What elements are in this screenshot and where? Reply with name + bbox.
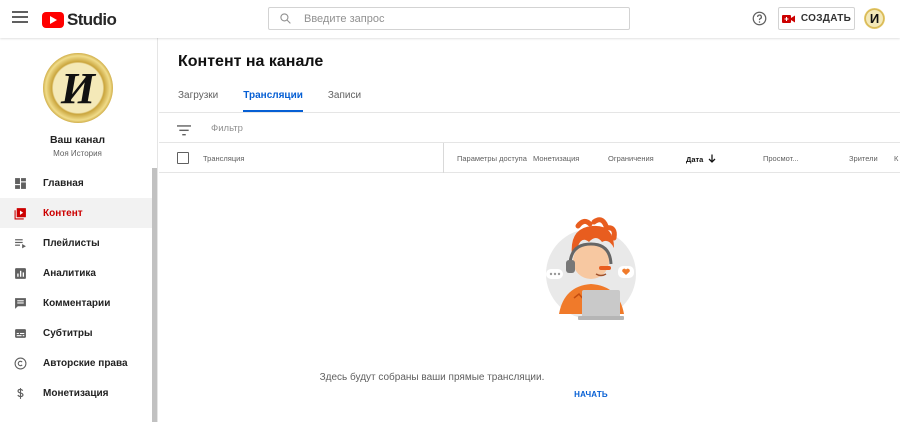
- sidebar: И Ваш канал Моя История Главная Контент …: [0, 38, 158, 422]
- start-button[interactable]: НАЧАТЬ: [0, 390, 900, 399]
- sidebar-item-label: Контент: [43, 207, 83, 219]
- sidebar-item-dashboard[interactable]: Главная: [0, 168, 152, 198]
- sidebar-item-label: Плейлисты: [43, 237, 100, 249]
- column-header-views[interactable]: Просмот...: [763, 154, 799, 163]
- comments-icon: [13, 296, 27, 310]
- sidebar-item-playlists[interactable]: Плейлисты: [0, 228, 152, 258]
- help-icon[interactable]: [752, 11, 767, 31]
- select-all-checkbox[interactable]: [177, 152, 189, 164]
- playlist-icon: [13, 236, 27, 250]
- create-button[interactable]: СОЗДАТЬ: [778, 7, 855, 30]
- sidebar-item-subtitles[interactable]: Субтитры: [0, 318, 152, 348]
- dashboard-icon: [13, 176, 27, 190]
- main-content: Контент на канале Загрузки Трансляции За…: [159, 38, 900, 422]
- filter-input[interactable]: Фильтр: [211, 123, 243, 134]
- subtitles-icon: [13, 326, 27, 340]
- channel-avatar[interactable]: И: [43, 53, 113, 123]
- account-avatar[interactable]: И: [864, 8, 885, 29]
- column-header-viewers[interactable]: Зрители: [849, 154, 878, 163]
- search-icon: [280, 13, 291, 24]
- filter-bar[interactable]: Фильтр: [159, 113, 900, 143]
- column-header-restrictions[interactable]: Ограничения: [608, 154, 654, 163]
- channel-subtitle: Моя История: [53, 149, 102, 158]
- copyright-icon: [13, 356, 27, 370]
- sidebar-item-label: Аналитика: [43, 267, 96, 279]
- sidebar-item-content[interactable]: Контент: [0, 198, 152, 228]
- sidebar-item-comments[interactable]: Комментарии: [0, 288, 152, 318]
- sidebar-item-label: Главная: [43, 177, 84, 189]
- column-header-access[interactable]: Параметры доступа: [457, 154, 527, 163]
- column-header-monetization[interactable]: Монетизация: [533, 154, 579, 163]
- empty-state-illustration: [546, 217, 636, 320]
- video-camera-icon: [781, 14, 795, 23]
- table-header: Трансляция Параметры доступа Монетизация…: [159, 143, 900, 173]
- content-tabs: Загрузки Трансляции Записи: [178, 90, 386, 112]
- empty-state-text: Здесь будут собраны ваши прямые трансляц…: [319, 372, 545, 383]
- studio-label: Studio: [67, 10, 117, 29]
- column-header-stream[interactable]: Трансляция: [203, 154, 244, 163]
- video-library-icon: [13, 206, 27, 220]
- sidebar-item-label: Субтитры: [43, 327, 93, 339]
- page-title: Контент на канале: [178, 53, 324, 70]
- tab-live[interactable]: Трансляции: [243, 90, 303, 112]
- column-divider: [443, 143, 444, 173]
- search-box[interactable]: [268, 7, 630, 30]
- top-bar: Studio СОЗДАТЬ И: [0, 0, 900, 38]
- youtube-icon: [42, 12, 64, 28]
- filter-icon[interactable]: [177, 123, 191, 141]
- analytics-icon: [13, 266, 27, 280]
- column-header-date[interactable]: Дата: [686, 154, 716, 164]
- avatar-letter: И: [869, 11, 880, 26]
- tab-posts[interactable]: Записи: [328, 90, 361, 112]
- sidebar-item-label: Авторские права: [43, 357, 128, 369]
- column-date-label: Дата: [686, 155, 704, 164]
- sidebar-item-analytics[interactable]: Аналитика: [0, 258, 152, 288]
- menu-icon[interactable]: [12, 11, 28, 25]
- arrow-down-icon: [709, 154, 716, 163]
- search-input[interactable]: [304, 12, 604, 25]
- create-label: СОЗДАТЬ: [800, 13, 852, 24]
- channel-name: Ваш канал: [49, 134, 106, 146]
- sidebar-item-label: Комментарии: [43, 297, 111, 309]
- youtube-studio-logo[interactable]: Studio: [42, 10, 117, 30]
- sidebar-scrollbar[interactable]: [152, 168, 157, 422]
- channel-avatar-letter: И: [60, 63, 96, 113]
- tab-uploads[interactable]: Загрузки: [178, 90, 218, 112]
- column-header-comments[interactable]: К: [894, 154, 898, 163]
